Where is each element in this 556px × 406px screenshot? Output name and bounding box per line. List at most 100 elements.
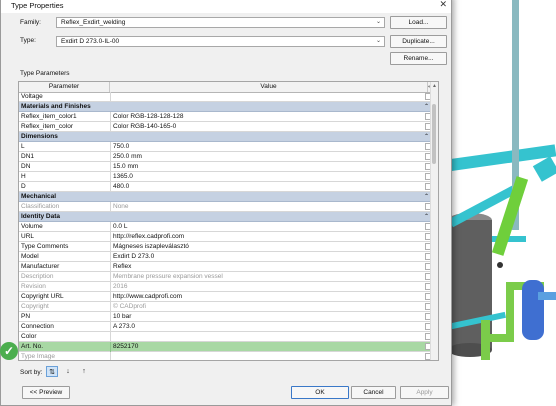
parameter-value[interactable] bbox=[110, 92, 430, 102]
parameter-value[interactable]: 750.0 bbox=[110, 142, 430, 152]
sort-ascending-icon[interactable]: ↓ bbox=[62, 366, 74, 377]
scrollbar-thumb[interactable] bbox=[432, 104, 436, 164]
checkmark-icon: ✓ bbox=[0, 342, 18, 360]
collapse-chevron-icon[interactable]: ⌃ bbox=[424, 132, 429, 142]
sort-by-label: Sort by: bbox=[20, 369, 43, 376]
type-parameters-label: Type Parameters bbox=[20, 70, 70, 77]
parameter-value: © CADprofi bbox=[110, 302, 430, 312]
parameter-value[interactable]: 250.0 mm bbox=[110, 152, 430, 162]
parameter-row[interactable]: Type Comments Mágneses iszapleválasztó bbox=[19, 242, 432, 252]
family-dropdown[interactable]: Reflex_Exdirt_welding ⌄ bbox=[56, 17, 385, 28]
grid-scrollbar[interactable]: ▲ bbox=[430, 82, 438, 360]
parameter-row[interactable]: Manufacturer Reflex bbox=[19, 262, 432, 272]
parameter-row[interactable]: Art. No. 8252170 bbox=[19, 342, 432, 352]
parameter-name: DN bbox=[21, 163, 31, 170]
parameter-name: Type Comments bbox=[21, 243, 69, 250]
apply-button[interactable]: Apply bbox=[400, 386, 449, 399]
parameter-name: H bbox=[21, 173, 26, 180]
value-column-header[interactable]: Value bbox=[110, 82, 428, 92]
collapse-chevron-icon[interactable]: ⌃ bbox=[424, 192, 429, 202]
group-title: Mechanical bbox=[21, 193, 57, 200]
parameter-name: Copyright URL bbox=[21, 293, 64, 300]
parameter-value[interactable]: 15.0 mm bbox=[110, 162, 430, 172]
ok-button[interactable]: OK bbox=[291, 386, 349, 399]
load-button[interactable]: Load... bbox=[390, 16, 447, 29]
collapse-chevron-icon[interactable]: ⌃ bbox=[424, 212, 429, 222]
parameter-value[interactable]: 1365.0 bbox=[110, 172, 430, 182]
parameter-row[interactable]: D 480.0 bbox=[19, 182, 432, 192]
parameter-value[interactable]: 0.0 L bbox=[110, 222, 430, 232]
parameter-name: L bbox=[21, 143, 25, 150]
parameter-value[interactable]: Color RGB-128-128-128 bbox=[110, 112, 430, 122]
parameter-value[interactable]: A 273.0 bbox=[110, 322, 430, 332]
group-header-row[interactable]: Mechanical ⌃ bbox=[19, 192, 432, 202]
parameter-row[interactable]: Reflex_item_color Color RGB-140-165-0 bbox=[19, 122, 432, 132]
parameter-row[interactable]: Volume 0.0 L bbox=[19, 222, 432, 232]
parameter-name: Revision bbox=[21, 283, 46, 290]
group-header-row[interactable]: Dimensions ⌃ bbox=[19, 132, 432, 142]
parameter-value[interactable]: http://reflex.cadprofi.com bbox=[110, 232, 430, 242]
chevron-down-icon: ⌄ bbox=[375, 19, 381, 25]
parameter-name: Reflex_item_color1 bbox=[21, 113, 77, 120]
parameter-value[interactable]: 10 bar bbox=[110, 312, 430, 322]
parameter-value[interactable]: Reflex bbox=[110, 262, 430, 272]
scroll-up-icon[interactable]: ▲ bbox=[431, 83, 438, 89]
dialog-title: Type Properties bbox=[11, 1, 64, 10]
preview-button[interactable]: << Preview bbox=[22, 386, 70, 399]
parameter-row[interactable]: Copyright URL http://www.cadprofi.com bbox=[19, 292, 432, 302]
parameter-name: Color bbox=[21, 333, 37, 340]
family-label: Family: bbox=[20, 19, 41, 26]
parameter-row[interactable]: Connection A 273.0 bbox=[19, 322, 432, 332]
group-title: Identity Data bbox=[21, 213, 61, 220]
family-value: Reflex_Exdirt_welding bbox=[61, 19, 126, 26]
dialog-titlebar[interactable]: Type Properties ✕ bbox=[1, 0, 451, 13]
parameter-name: PN bbox=[21, 313, 31, 320]
parameter-name: Reflex_item_color bbox=[21, 123, 74, 130]
chevron-down-icon: ⌄ bbox=[375, 38, 381, 44]
parameter-row[interactable]: H 1365.0 bbox=[19, 172, 432, 182]
parameter-name: Volume bbox=[21, 223, 43, 230]
parameter-name: Type Image bbox=[21, 353, 55, 360]
rename-button[interactable]: Rename... bbox=[390, 52, 447, 65]
parameter-row[interactable]: DN 15.0 mm bbox=[19, 162, 432, 172]
parameter-name: Art. No. bbox=[21, 343, 44, 350]
parameter-row[interactable]: L 750.0 bbox=[19, 142, 432, 152]
collapse-chevron-icon[interactable]: ⌃ bbox=[424, 102, 429, 112]
duplicate-button[interactable]: Duplicate... bbox=[390, 35, 447, 48]
parameter-value[interactable]: 8252170 bbox=[110, 342, 430, 352]
parameter-value: Membrane pressure expansion vessel bbox=[110, 272, 430, 282]
parameter-value[interactable]: http://www.cadprofi.com bbox=[110, 292, 430, 302]
parameter-value[interactable]: Mágneses iszapleválasztó bbox=[110, 242, 430, 252]
parameter-value bbox=[110, 352, 430, 360]
parameter-row[interactable]: DN1 250.0 mm bbox=[19, 152, 432, 162]
group-header-row[interactable]: Materials and Finishes ⌃ bbox=[19, 102, 432, 112]
parameter-row[interactable]: Type Image bbox=[19, 352, 432, 360]
close-icon[interactable]: ✕ bbox=[439, 0, 447, 10]
parameter-value[interactable]: Color RGB-140-165-0 bbox=[110, 122, 430, 132]
parameter-name: DN1 bbox=[21, 153, 35, 160]
type-dropdown[interactable]: Exdirt D 273.0-IL-00 ⌄ bbox=[56, 36, 385, 47]
model-3d-view[interactable] bbox=[446, 0, 556, 406]
parameter-value[interactable]: 480.0 bbox=[110, 182, 430, 192]
parameter-name: Manufacturer bbox=[21, 263, 60, 270]
parameter-row[interactable]: Description Membrane pressure expansion v… bbox=[19, 272, 432, 282]
cancel-button[interactable]: Cancel bbox=[351, 386, 396, 399]
parameter-row[interactable]: Copyright © CADprofi bbox=[19, 302, 432, 312]
parameter-row[interactable]: Reflex_item_color1 Color RGB-128-128-128 bbox=[19, 112, 432, 122]
sort-descending-icon[interactable]: ↑ bbox=[78, 366, 90, 377]
group-header-row[interactable]: Identity Data ⌃ bbox=[19, 212, 432, 222]
parameter-row[interactable]: URL http://reflex.cadprofi.com bbox=[19, 232, 432, 242]
parameter-row[interactable]: Voltage bbox=[19, 92, 432, 102]
group-title: Materials and Finishes bbox=[21, 103, 91, 110]
parameter-row[interactable]: PN 10 bar bbox=[19, 312, 432, 322]
parameter-name: Connection bbox=[21, 323, 54, 330]
parameter-row[interactable]: Revision 2016 bbox=[19, 282, 432, 292]
parameter-row[interactable]: Color bbox=[19, 332, 432, 342]
parameter-column-header[interactable]: Parameter bbox=[19, 82, 110, 92]
parameter-value[interactable]: Exdirt D 273.0 bbox=[110, 252, 430, 262]
parameter-row[interactable]: Model Exdirt D 273.0 bbox=[19, 252, 432, 262]
parameter-row[interactable]: Classification None bbox=[19, 202, 432, 212]
type-parameters-grid[interactable]: Parameter Value « VoltageMaterials and F… bbox=[18, 81, 439, 361]
parameter-value[interactable] bbox=[110, 332, 430, 342]
sort-grouped-icon[interactable]: ⇅ bbox=[46, 366, 58, 377]
